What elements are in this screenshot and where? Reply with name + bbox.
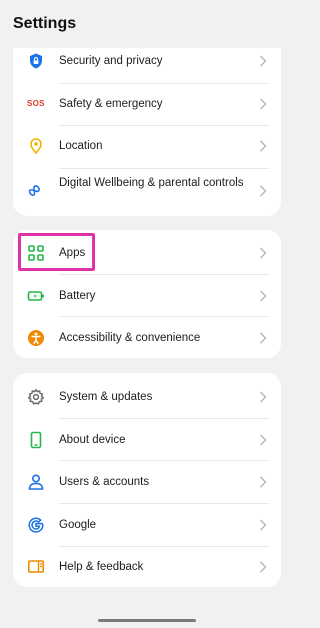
chevron-right-icon [259, 332, 267, 344]
item-label: Location [59, 140, 103, 152]
item-label: System & updates [59, 391, 153, 403]
item-label: Accessibility & convenience [59, 332, 201, 344]
phone-icon [27, 431, 45, 449]
settings-group-1: Security and privacy SOS Safety & emerge… [13, 34, 281, 216]
chevron-right-icon [259, 185, 267, 197]
item-label: Safety & emergency [59, 98, 163, 110]
item-label: Help & feedback [59, 561, 144, 573]
item-label: Security and privacy [59, 55, 163, 67]
chevron-right-icon [259, 140, 267, 152]
item-label: Digital Wellbeing & parental controls [59, 177, 244, 189]
chevron-right-icon [259, 476, 267, 488]
sos-icon: SOS [27, 99, 45, 108]
top-bar: Settings [0, 0, 294, 48]
home-indicator-bar[interactable] [98, 619, 196, 622]
google-icon [27, 516, 45, 534]
help-feedback-icon [27, 558, 45, 576]
battery-icon [27, 287, 45, 305]
settings-item-location[interactable]: Location [13, 126, 281, 168]
chevron-right-icon [259, 98, 267, 110]
chevron-right-icon [259, 391, 267, 403]
settings-item-digital-wellbeing[interactable]: Digital Wellbeing & parental controls [13, 169, 281, 216]
settings-item-google[interactable]: Google [13, 504, 281, 546]
settings-item-safety-and-emergency[interactable]: SOS Safety & emergency [13, 84, 281, 125]
item-label: Users & accounts [59, 476, 150, 488]
chevron-right-icon [259, 290, 267, 302]
chevron-right-icon [259, 519, 267, 531]
settings-item-about-device[interactable]: About device [13, 419, 281, 460]
settings-group-3: System & updates About device Users & ac… [13, 373, 281, 587]
user-icon [27, 473, 45, 491]
settings-item-users-accounts[interactable]: Users & accounts [13, 461, 281, 503]
settings-item-battery[interactable]: Battery [13, 275, 281, 316]
settings-item-accessibility[interactable]: Accessibility & convenience [13, 317, 281, 358]
gear-icon [27, 388, 45, 406]
location-pin-icon [27, 137, 45, 155]
item-label: About device [59, 434, 126, 446]
item-label: Battery [59, 290, 96, 302]
chevron-right-icon [259, 247, 267, 259]
settings-item-help-feedback[interactable]: Help & feedback [13, 547, 281, 587]
settings-item-system-updates[interactable]: System & updates [13, 373, 281, 418]
accessibility-icon [27, 329, 45, 347]
item-label: Google [59, 519, 97, 531]
apps-highlight-box [18, 233, 95, 271]
shield-lock-icon [27, 52, 45, 70]
wellbeing-icon [27, 181, 45, 199]
chevron-right-icon [259, 561, 267, 573]
chevron-right-icon [259, 434, 267, 446]
page-title: Settings [13, 15, 77, 32]
chevron-right-icon [259, 55, 267, 67]
